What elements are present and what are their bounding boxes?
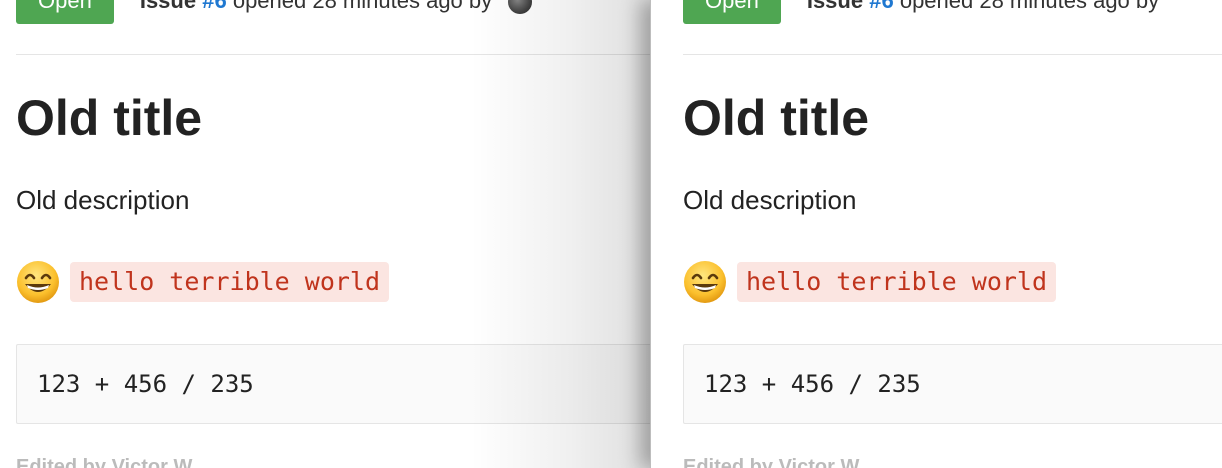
code-block: 123 + 456 / 235 — [683, 344, 1222, 424]
inline-code: hello terrible world — [70, 262, 390, 302]
opened-text: opened 28 minutes ago by — [232, 0, 493, 13]
edited-by-text: Edited by Victor W — [16, 456, 193, 468]
inline-code: hello terrible world — [737, 262, 1057, 302]
issue-meta: Issue #6 opened 28 minutes ago by — [139, 0, 533, 15]
smile-icon — [684, 261, 726, 303]
issue-word: Issue — [806, 0, 864, 13]
status-badge: Open — [16, 0, 114, 24]
issue-header: Open Issue #6 opened 28 minutes ago by — [683, 0, 1159, 24]
issue-word: Issue — [139, 0, 197, 13]
smile-icon — [17, 261, 59, 303]
issue-header: Open Issue #6 opened 28 minutes ago by — [16, 0, 533, 24]
divider — [683, 54, 1222, 55]
edited-by-text: Edited by Victor W — [683, 456, 860, 468]
issue-title: Old title — [683, 90, 870, 146]
emoji-line: hello terrible world — [16, 260, 390, 304]
opened-text: opened 28 minutes ago by — [899, 0, 1160, 13]
avatar[interactable] — [508, 0, 533, 15]
issue-description: Old description — [16, 185, 190, 215]
emoji-line: hello terrible world — [683, 260, 1057, 304]
issue-pane-after: Open Issue #6 opened 28 minutes ago by O… — [650, 0, 1222, 468]
comparison-view: Open Issue #6 opened 28 minutes ago by O… — [0, 0, 1222, 468]
divider — [16, 54, 650, 55]
issue-title: Old title — [16, 90, 203, 146]
code-block: 123 + 456 / 235 — [16, 344, 650, 424]
issue-meta: Issue #6 opened 28 minutes ago by — [807, 0, 1159, 14]
issue-number-link[interactable]: #6 — [202, 0, 226, 13]
issue-pane-before: Open Issue #6 opened 28 minutes ago by O… — [0, 0, 650, 468]
issue-description: Old description — [683, 185, 857, 215]
status-badge: Open — [683, 0, 781, 24]
issue-number-link[interactable]: #6 — [869, 0, 893, 13]
